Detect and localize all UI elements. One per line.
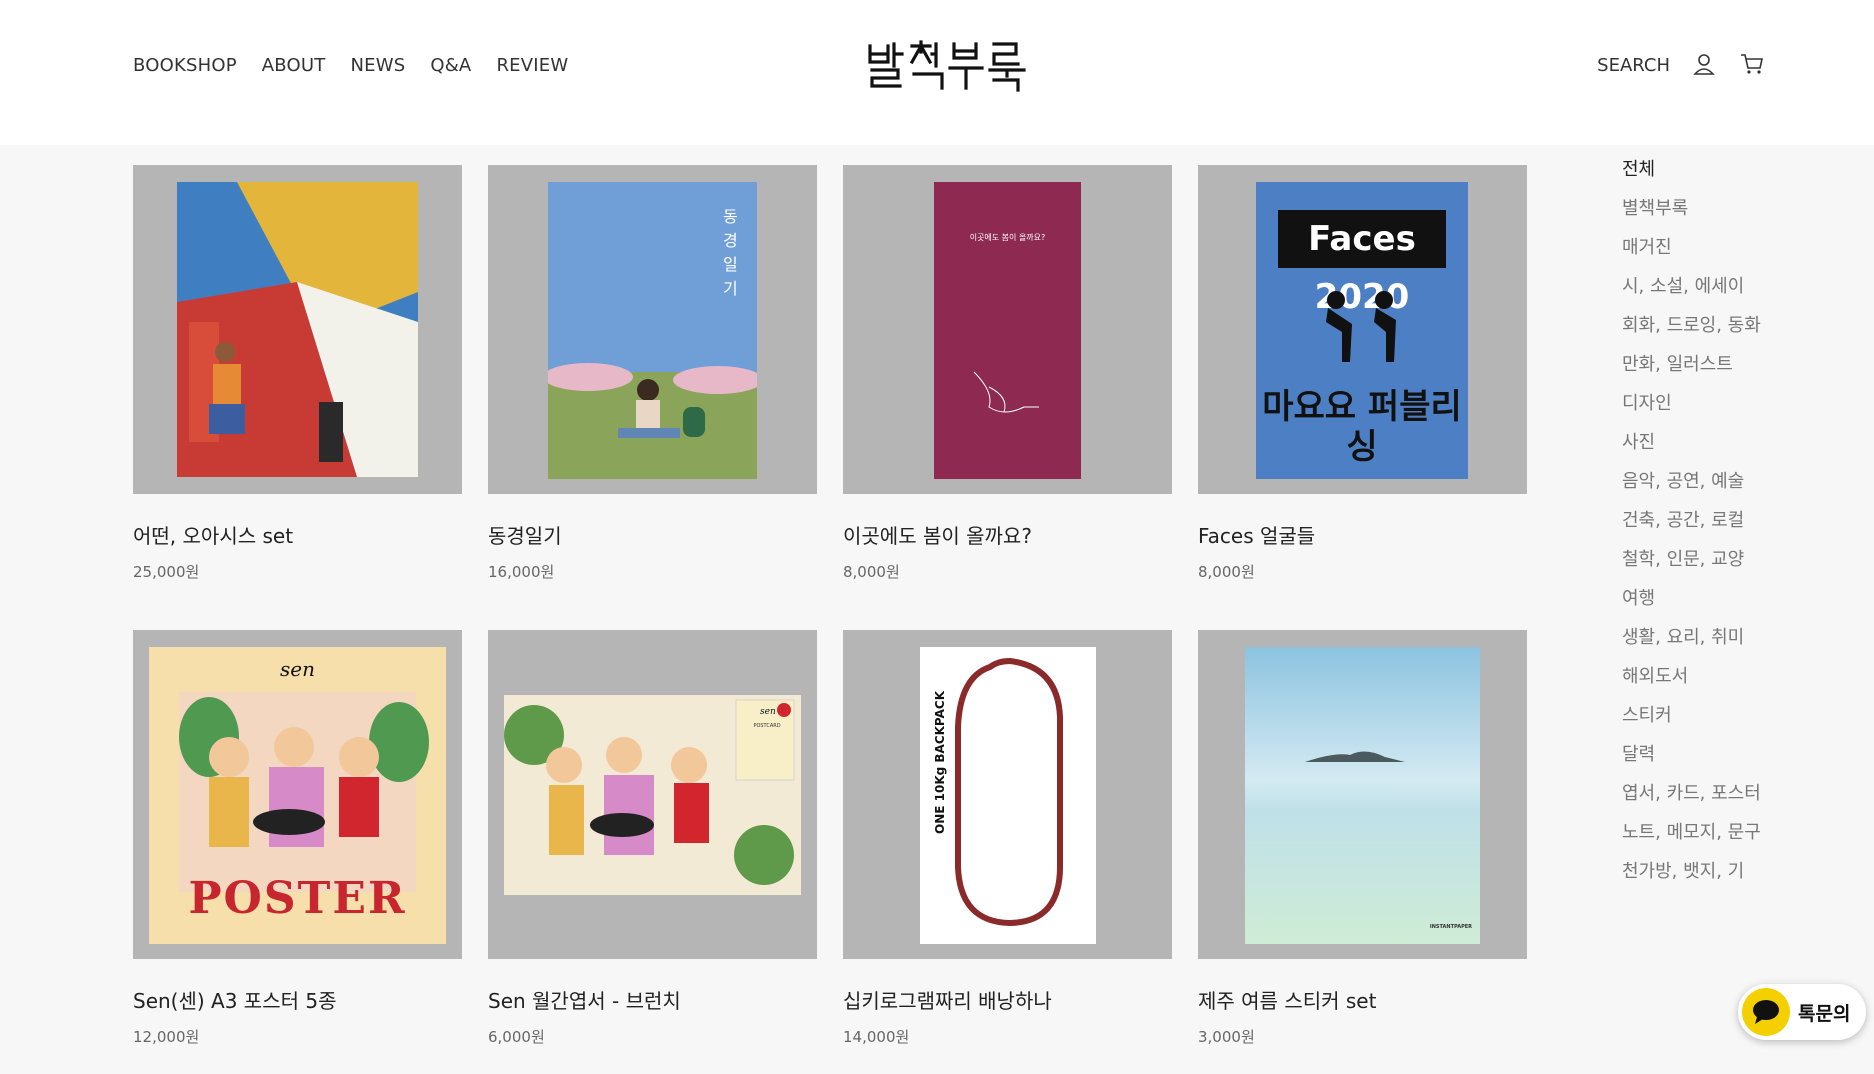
product-card[interactable]: 동 경 일 기 동경일기 16,000원	[488, 165, 817, 582]
product-price: 14,000원	[843, 1028, 910, 1046]
nav-review[interactable]: REVIEW	[496, 55, 568, 76]
product-thumbnail[interactable]: Faces 2020 마요요 퍼블리싱	[1198, 165, 1527, 494]
category-item[interactable]: 해외도서	[1622, 667, 1762, 687]
postcard-label: POSTCARD	[753, 723, 781, 729]
chat-bubble-icon	[1742, 988, 1790, 1036]
product-card[interactable]: sen POSTER Sen(센) A3 포스터 5종 12,000원	[133, 630, 462, 1047]
logo-mark	[868, 40, 1026, 92]
category-item[interactable]: 시, 소설, 에세이	[1622, 277, 1762, 297]
header-actions: SEARCH	[1597, 52, 1766, 78]
product-card[interactable]: INSTANTPAPER 제주 여름 스티커 set 3,000원	[1198, 630, 1527, 1047]
product-title[interactable]: Sen(센) A3 포스터 5종	[133, 985, 462, 1014]
postcard-cover: POSTCARD sen	[504, 695, 801, 895]
category-item[interactable]: 철학, 인문, 교양	[1622, 550, 1762, 570]
cover-poster-label: POSTER	[188, 873, 407, 924]
product-card[interactable]: 어떤, 오아시스 set 25,000원	[133, 165, 462, 582]
main-nav: BOOKSHOP ABOUT NEWS Q&A REVIEW	[133, 55, 568, 76]
product-title[interactable]: 어떤, 오아시스 set	[133, 520, 462, 549]
category-item[interactable]: 달력	[1622, 745, 1762, 765]
product-title[interactable]: 십키로그램짜리 배낭하나	[843, 985, 1172, 1014]
product-thumbnail[interactable]: INSTANTPAPER	[1198, 630, 1527, 959]
category-item[interactable]: 매거진	[1622, 238, 1762, 258]
site-logo[interactable]	[866, 40, 1032, 92]
product-thumbnail[interactable]: POSTCARD sen	[488, 630, 817, 959]
search-link[interactable]: SEARCH	[1597, 55, 1670, 76]
postcard-brand: sen	[760, 707, 776, 717]
nav-news[interactable]: NEWS	[350, 55, 405, 76]
category-item[interactable]: 만화, 일러스트	[1622, 355, 1762, 375]
product-price: 16,000원	[488, 563, 555, 581]
cover-brand: INSTANTPAPER	[1429, 924, 1472, 930]
product-card[interactable]: Faces 2020 마요요 퍼블리싱 Faces 얼굴들 8,000원	[1198, 165, 1527, 582]
product-price: 12,000원	[133, 1028, 200, 1046]
category-all[interactable]: 전체	[1622, 160, 1762, 180]
product-title[interactable]: Sen 월간엽서 - 브런치	[488, 985, 817, 1014]
category-item[interactable]: 생활, 요리, 취미	[1622, 628, 1762, 648]
product-price: 25,000원	[133, 563, 200, 581]
chat-label: 톡문의	[1798, 1002, 1851, 1025]
svg-text:경: 경	[723, 231, 738, 250]
product-card[interactable]: ONE 10Kg BACKPACK 십키로그램짜리 배낭하나 14,000원	[843, 630, 1172, 1047]
category-item[interactable]: 음악, 공연, 예술	[1622, 472, 1762, 492]
product-thumbnail[interactable]	[133, 165, 462, 494]
product-thumbnail[interactable]: 이곳에도 봄이 올까요?	[843, 165, 1172, 494]
category-item[interactable]: 스티커	[1622, 706, 1762, 726]
product-thumbnail[interactable]: ONE 10Kg BACKPACK	[843, 630, 1172, 959]
nav-bookshop[interactable]: BOOKSHOP	[133, 55, 237, 76]
product-thumbnail[interactable]: sen POSTER	[133, 630, 462, 959]
svg-text:기: 기	[723, 279, 738, 298]
category-item[interactable]: 건축, 공간, 로컬	[1622, 511, 1762, 531]
product-price: 6,000원	[488, 1028, 545, 1046]
book-cover	[177, 182, 418, 477]
category-item[interactable]: 노트, 메모지, 문구	[1622, 823, 1762, 843]
product-thumbnail[interactable]: 동 경 일 기	[488, 165, 817, 494]
nav-qna[interactable]: Q&A	[430, 55, 471, 76]
kakao-chat-button[interactable]: 톡문의	[1738, 984, 1866, 1040]
product-title[interactable]: 이곳에도 봄이 올까요?	[843, 520, 1172, 549]
svg-text:일: 일	[723, 255, 738, 274]
book-cover: 이곳에도 봄이 올까요?	[934, 182, 1081, 479]
nav-about[interactable]: ABOUT	[262, 55, 326, 76]
category-item[interactable]: 별책부록	[1622, 199, 1762, 219]
product-card[interactable]: 이곳에도 봄이 올까요? 이곳에도 봄이 올까요? 8,000원	[843, 165, 1172, 582]
product-price: 3,000원	[1198, 1028, 1255, 1046]
product-card[interactable]: POSTCARD sen Sen 월간엽서 - 브런치 6,000원	[488, 630, 817, 1047]
svg-text:동: 동	[723, 207, 738, 226]
category-sidebar: 전체 별책부록 매거진 시, 소설, 에세이 회화, 드로잉, 동화 만화, 일…	[1622, 160, 1762, 901]
book-cover: 동 경 일 기	[543, 182, 763, 479]
category-item[interactable]: 천가방, 뱃지, 기	[1622, 862, 1762, 882]
cart-icon[interactable]	[1740, 52, 1766, 78]
book-cover: Faces 2020 마요요 퍼블리싱	[1256, 182, 1468, 479]
product-title[interactable]: Faces 얼굴들	[1198, 520, 1527, 549]
category-item[interactable]: 사진	[1622, 433, 1762, 453]
book-cover: ONE 10Kg BACKPACK	[920, 647, 1096, 944]
category-item[interactable]: 엽서, 카드, 포스터	[1622, 784, 1762, 804]
product-price: 8,000원	[843, 563, 900, 581]
category-item[interactable]: 디자인	[1622, 394, 1762, 414]
user-icon[interactable]	[1692, 52, 1718, 78]
cover-title: ONE 10Kg BACKPACK	[933, 690, 947, 834]
poster-cover: sen POSTER	[149, 647, 446, 944]
category-item[interactable]: 회화, 드로잉, 동화	[1622, 316, 1762, 336]
product-title[interactable]: 동경일기	[488, 520, 817, 549]
cover-publisher: 마요요 퍼블리싱	[1262, 387, 1462, 467]
sticker-cover: INSTANTPAPER	[1245, 647, 1480, 944]
product-title[interactable]: 제주 여름 스티커 set	[1198, 985, 1527, 1014]
category-item[interactable]: 여행	[1622, 589, 1762, 609]
product-price: 8,000원	[1198, 563, 1255, 581]
site-header: BOOKSHOP ABOUT NEWS Q&A REVIEW SEARCH	[0, 0, 1874, 145]
